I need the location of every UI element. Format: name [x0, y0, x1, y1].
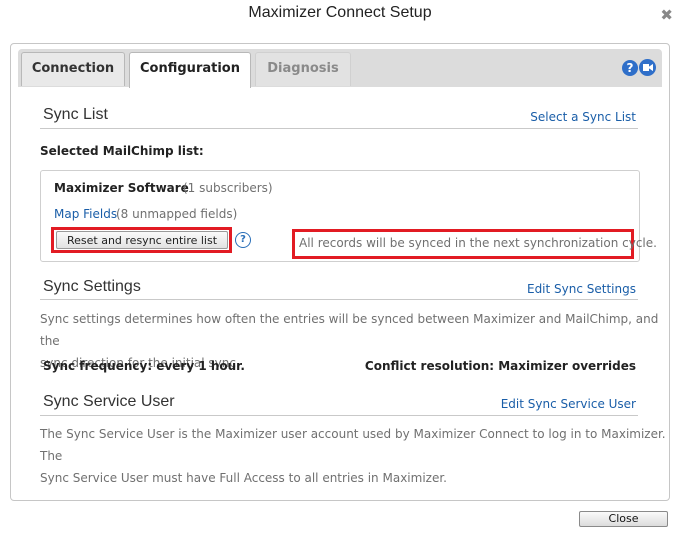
window-title: Maximizer Connect Setup [248, 4, 432, 21]
description-line: Sync Service User must have Full Access … [40, 471, 447, 485]
sync-frequency: Sync frequency: every 1 hour. [43, 359, 245, 373]
unmapped-fields-count: (8 unmapped fields) [116, 207, 238, 221]
sync-list-title: Sync List [43, 106, 108, 123]
section-divider [40, 415, 638, 416]
edit-sync-settings-link[interactable]: Edit Sync Settings [527, 282, 636, 296]
section-divider [40, 299, 638, 300]
description-line: Sync settings determines how often the e… [40, 312, 659, 348]
sync-service-user-description: The Sync Service User is the Maximizer u… [40, 423, 680, 489]
sync-service-user-title: Sync Service User [43, 393, 175, 410]
title-bar: Maximizer Connect Setup ✖ [0, 0, 680, 30]
reset-resync-button[interactable]: Reset and resync entire list [56, 231, 228, 249]
list-name: Maximizer Software [54, 181, 189, 195]
video-help-icon[interactable] [639, 59, 656, 76]
sync-notice: All records will be synced in the next s… [299, 236, 657, 250]
close-button[interactable]: Close [579, 511, 668, 527]
conflict-resolution: Conflict resolution: Maximizer overrides [364, 359, 636, 373]
subscriber-count: (1 subscribers) [183, 181, 273, 195]
description-line: The Sync Service User is the Maximizer u… [40, 427, 666, 463]
help-icon[interactable]: ? [622, 60, 638, 76]
sync-settings-title: Sync Settings [43, 278, 141, 295]
section-divider [40, 128, 638, 129]
tab-diagnosis[interactable]: Diagnosis [255, 52, 351, 86]
selected-list-label: Selected MailChimp list: [40, 144, 204, 158]
select-sync-list-link[interactable]: Select a Sync List [530, 110, 636, 124]
tab-connection[interactable]: Connection [21, 52, 125, 86]
close-icon[interactable]: ✖ [660, 6, 673, 24]
tab-configuration[interactable]: Configuration [129, 52, 251, 88]
question-icon[interactable]: ? [235, 232, 251, 248]
edit-sync-service-user-link[interactable]: Edit Sync Service User [501, 397, 636, 411]
tab-bar: Connection Configuration Diagnosis ? [18, 49, 662, 88]
map-fields-link[interactable]: Map Fields [54, 207, 117, 221]
